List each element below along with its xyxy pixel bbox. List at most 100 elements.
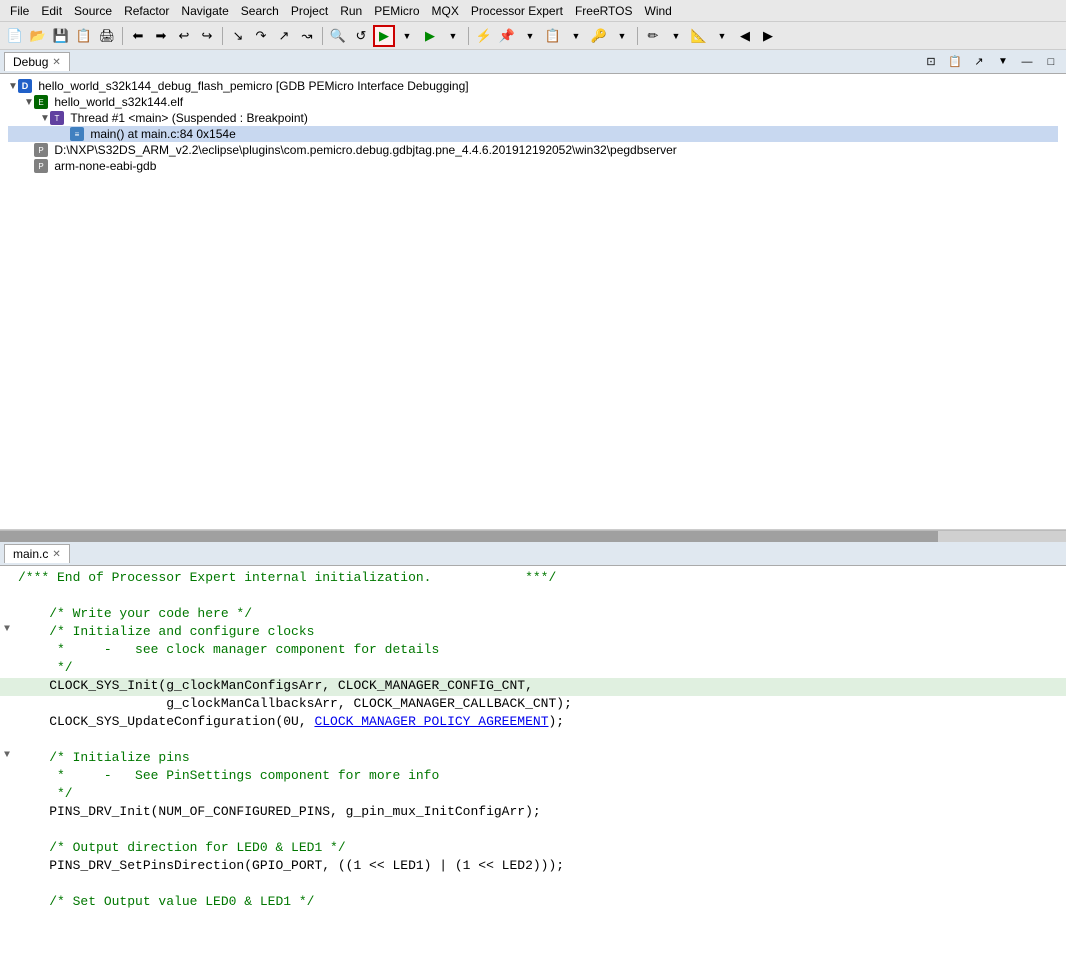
code-line-blank4 [0,876,1066,894]
code-line-3: ▼ /* Initialize and configure clocks [0,624,1066,642]
code-line-14: PINS_DRV_SetPinsDirection(GPIO_PORT, ((1… [0,858,1066,876]
code-line-13: /* Output direction for LED0 & LED1 */ [0,840,1066,858]
toolbar-run2-dropdown[interactable]: ▼ [442,25,464,47]
toolbar-next-edit[interactable]: ↪ [196,25,218,47]
menu-file[interactable]: File [4,4,35,18]
debug-tab[interactable]: Debug ✕ [4,52,70,71]
fold-2[interactable] [4,606,18,617]
code-line-12: PINS_DRV_Init(NUM_OF_CONFIGURED_PINS, g_… [0,804,1066,822]
toolbar-search[interactable]: 🔍 [327,25,349,47]
debug-toolbar-dropdown[interactable]: ▼ [992,51,1014,73]
menu-pemicro[interactable]: PEMicro [368,4,425,18]
toolbar-refresh[interactable]: ↺ [350,25,372,47]
process2-arrow [24,161,34,172]
toolbar-step-over[interactable]: ↷ [250,25,272,47]
code-text-6: CLOCK_SYS_Init(g_clockManConfigsArr, CLO… [18,678,1062,693]
toolbar-ruler-dropdown[interactable]: ▼ [711,25,733,47]
scrollbar-thumb[interactable] [0,531,938,542]
menu-edit[interactable]: Edit [35,4,68,18]
code-line-blank3 [0,822,1066,840]
menu-processor-expert[interactable]: Processor Expert [465,4,569,18]
code-text-13: /* Output direction for LED0 & LED1 */ [18,840,1062,855]
editor-panel: main.c ✕ /*** End of Processor Expert in… [0,542,1066,963]
toolbar-ruler[interactable]: 📐 [688,25,710,47]
debug-thread-item[interactable]: ▼ T Thread #1 <main> (Suspended : Breakp… [8,110,1058,126]
debug-scrollbar[interactable] [0,530,1066,542]
code-line-15: /* Set Output value LED0 & LED1 */ [0,894,1066,912]
debug-tab-close[interactable]: ✕ [52,57,60,68]
toolbar-pin-dropdown[interactable]: ▼ [519,25,541,47]
toolbar-key-dropdown[interactable]: ▼ [611,25,633,47]
toolbar-run-button[interactable]: ▶ [373,25,395,47]
debug-toolbar-maximize[interactable]: □ [1040,51,1062,73]
debug-toolbar-expand[interactable]: ↗ [968,51,990,73]
toolbar-step-into[interactable]: ↘ [227,25,249,47]
code-text-4: * - see clock manager component for deta… [18,642,1062,657]
menu-wind[interactable]: Wind [639,4,678,18]
toolbar-pin[interactable]: 📌 [496,25,518,47]
toolbar-last-edit[interactable]: ↩ [173,25,195,47]
code-text-1: /*** End of Processor Expert internal in… [18,570,1062,585]
debug-session-item[interactable]: ▼ D hello_world_s32k144_debug_flash_pemi… [8,78,1058,94]
toolbar-pen-dropdown[interactable]: ▼ [665,25,687,47]
menu-source[interactable]: Source [68,4,118,18]
editor-content[interactable]: /*** End of Processor Expert internal in… [0,566,1066,963]
code-line-6: CLOCK_SYS_Init(g_clockManConfigsArr, CLO… [0,678,1066,696]
toolbar-task-dropdown[interactable]: ▼ [565,25,587,47]
code-text-7: g_clockManCallbacksArr, CLOCK_MANAGER_CA… [18,696,1062,711]
toolbar-step-return[interactable]: ↗ [273,25,295,47]
editor-tab[interactable]: main.c ✕ [4,544,70,563]
fold-3[interactable]: ▼ [4,624,18,635]
toolbar-open[interactable]: 📂 [27,25,49,47]
editor-tab-label: main.c [13,547,48,561]
toolbar-key[interactable]: 🔑 [588,25,610,47]
debug-process1-item[interactable]: P D:\NXP\S32DS_ARM_v2.2\eclipse\plugins\… [8,142,1058,158]
menu-freertos[interactable]: FreeRTOS [569,4,639,18]
toolbar-print[interactable]: 🖨 [96,25,118,47]
fold-9[interactable]: ▼ [4,750,18,761]
fold-13 [4,840,18,851]
toolbar-nav-group: ✏ ▼ 📐 ▼ ◀ ▶ [642,25,779,47]
debug-toolbar-properties[interactable]: ⊡ [920,51,942,73]
toolbar-forward[interactable]: ▶ [757,25,779,47]
editor-tab-close[interactable]: ✕ [52,549,60,560]
thread-arrow: ▼ [40,113,50,124]
menu-search[interactable]: Search [235,4,285,18]
elf-label: hello_world_s32k144.elf [54,95,183,109]
fold-4 [4,642,18,653]
toolbar-run-group: 🔍 ↺ ▶ ▼ ▶ ▼ [327,25,464,47]
toolbar-next-annotation[interactable]: ➡ [150,25,172,47]
menu-refactor[interactable]: Refactor [118,4,175,18]
toolbar-debug-group: ⬅ ➡ ↩ ↪ [127,25,218,47]
clock-policy-link[interactable]: CLOCK_MANAGER_POLICY_AGREEMENT [314,714,548,729]
process2-icon: P [34,159,48,173]
menu-project[interactable]: Project [285,4,334,18]
elf-icon: E [34,95,48,109]
toolbar-task[interactable]: 📋 [542,25,564,47]
code-text-3: /* Initialize and configure clocks [18,624,1062,639]
debug-process2-item[interactable]: P arm-none-eabi-gdb [8,158,1058,174]
fold-1[interactable] [4,570,18,581]
code-text-10: * - See PinSettings component for more i… [18,768,1062,783]
debug-toolbar-minimize[interactable]: — [1016,51,1038,73]
toolbar-save2[interactable]: 📋 [73,25,95,47]
menu-run[interactable]: Run [334,4,368,18]
toolbar-run-dropdown[interactable]: ▼ [396,25,418,47]
debug-panel: Debug ✕ ⊡ 📋 ↗ ▼ — □ ▼ D hello_world_s32k… [0,50,1066,530]
toolbar-save[interactable]: 💾 [50,25,72,47]
debug-toolbar-copy[interactable]: 📋 [944,51,966,73]
toolbar-run2[interactable]: ▶ [419,25,441,47]
toolbar-pen[interactable]: ✏ [642,25,664,47]
toolbar-profile[interactable]: ⚡ [473,25,495,47]
debug-frame-item[interactable]: ≡ main() at main.c:84 0x154e [8,126,1058,142]
debug-elf-item[interactable]: ▼ E hello_world_s32k144.elf [8,94,1058,110]
menu-navigate[interactable]: Navigate [175,4,234,18]
code-line-5: */ [0,660,1066,678]
session-arrow: ▼ [8,81,18,92]
toolbar-prev-annotation[interactable]: ⬅ [127,25,149,47]
toolbar-back[interactable]: ◀ [734,25,756,47]
menu-mqx[interactable]: MQX [426,4,465,18]
toolbar-new[interactable]: 📄 [4,25,26,47]
toolbar-run-to-line[interactable]: ↝ [296,25,318,47]
thread-icon: T [50,111,64,125]
